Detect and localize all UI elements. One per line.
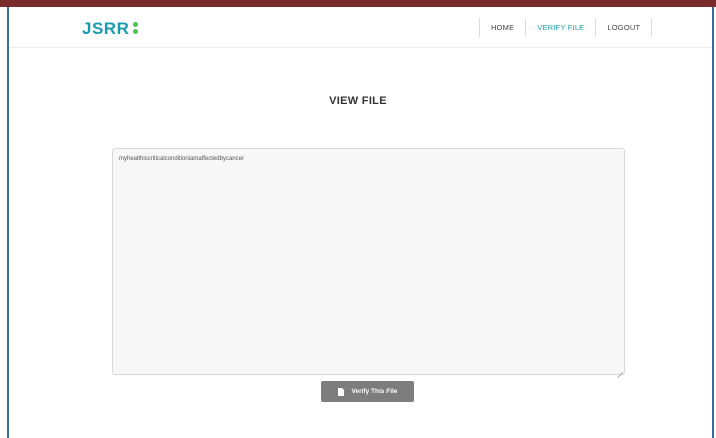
page-title: VIEW FILE (329, 95, 387, 107)
window-top-bar (0, 0, 716, 7)
nav-divider (651, 18, 653, 37)
window-frame-right (712, 7, 714, 438)
resize-grip-icon[interactable] (617, 367, 623, 378)
file-content-textarea[interactable]: myhealthiscriticalconditioniamaffectedby… (112, 148, 625, 375)
file-icon (337, 387, 344, 396)
nav-item-home[interactable]: HOME (480, 18, 525, 37)
brand-logo-dots-icon (133, 21, 138, 35)
site-header: JSRR HOME VERIFY FILE LOGOUT (9, 7, 712, 48)
window-frame-left (7, 7, 9, 438)
main-nav: HOME VERIFY FILE LOGOUT (479, 18, 653, 37)
nav-item-verify-file[interactable]: VERIFY FILE (526, 18, 595, 37)
verify-file-button[interactable]: Verify This File (321, 381, 414, 402)
brand-logo[interactable]: JSRR (82, 19, 129, 39)
nav-item-logout[interactable]: LOGOUT (596, 18, 651, 37)
verify-file-button-label: Verify This File (351, 388, 398, 395)
